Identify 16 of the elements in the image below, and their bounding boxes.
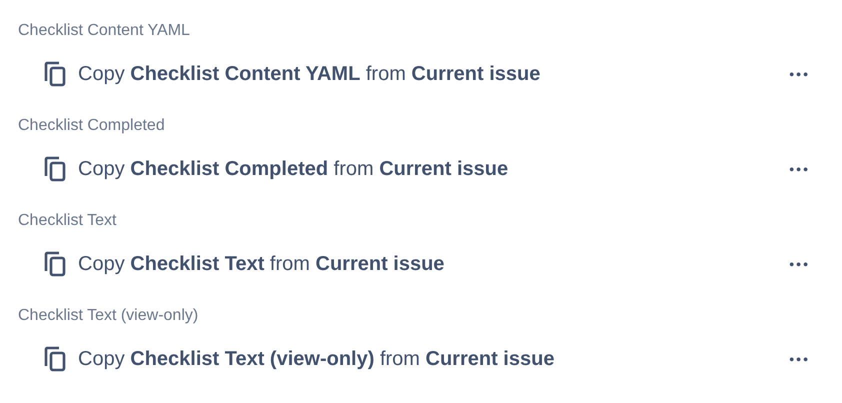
copy-icon [44,156,66,182]
more-actions-button[interactable]: ••• [789,257,810,271]
field-label: Checklist Completed [17,116,165,136]
copy-action-text: Copy Checklist Text (view-only) from Current issue [78,347,554,372]
field-label: Checklist Text (view-only) [17,306,198,326]
more-actions-button[interactable]: ••• [789,162,810,176]
copy-icon [44,346,66,372]
more-actions-button[interactable]: ••• [789,67,810,81]
copy-icon [44,251,66,277]
copy-action-text: Copy Checklist Text from Current issue [78,252,444,277]
copy-action-text: Copy Checklist Content YAML from Current issue [78,62,540,87]
more-actions-button[interactable]: ••• [789,352,810,366]
copy-action-text: Copy Checklist Completed from Current issue [78,157,508,182]
field-label: Checklist Text [17,211,116,231]
field-label: Checklist Content YAML [17,21,190,41]
copy-icon [44,61,66,87]
